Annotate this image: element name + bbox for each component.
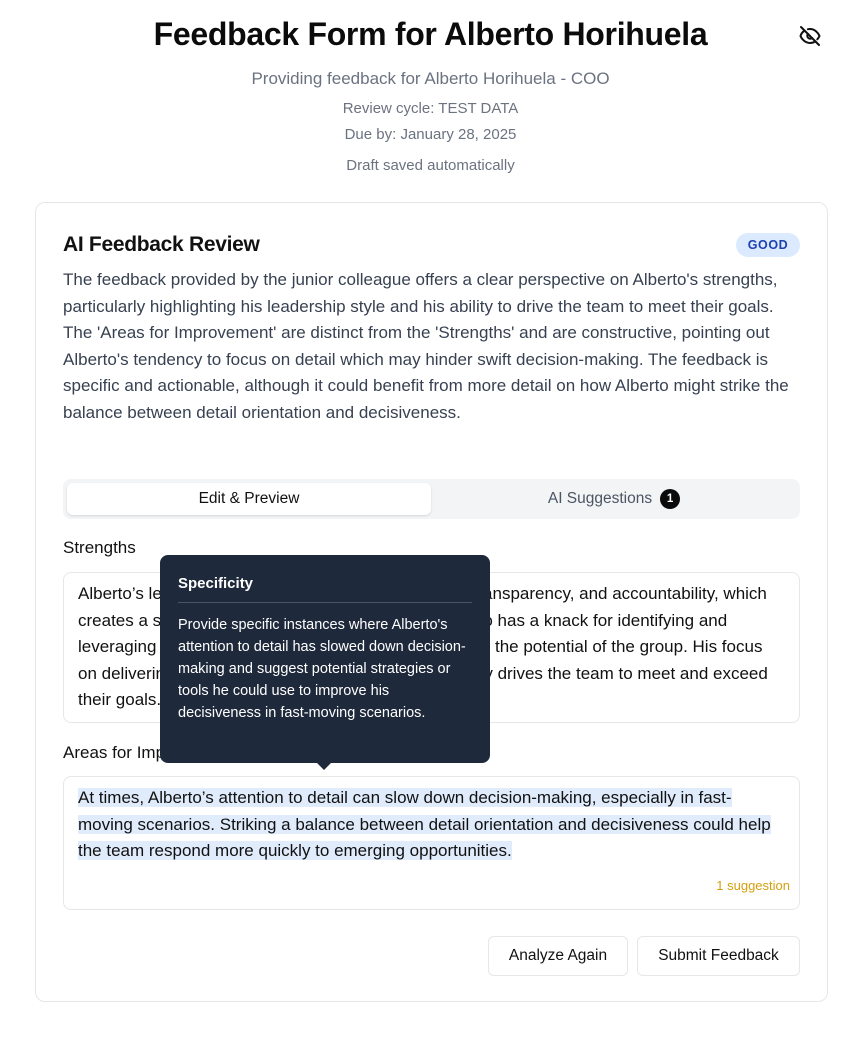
- review-cycle: Review cycle: TEST DATA: [342, 100, 519, 117]
- draft-status: Draft saved automatically: [346, 157, 515, 174]
- strengths-label: Strengths: [63, 538, 136, 557]
- highlighted-suggestion-text[interactable]: At times, Alberto’s attention to detail …: [78, 788, 771, 860]
- page-title: Feedback Form for Alberto Horihuela: [153, 16, 708, 52]
- ai-review-text: The feedback provided by the junior coll…: [63, 270, 789, 422]
- tab-edit-label: Edit & Preview: [198, 490, 300, 507]
- page-subtitle: Providing feedback for Alberto Horihuela…: [251, 69, 610, 88]
- tab-bar: Edit & Preview AI Suggestions 1: [63, 479, 800, 519]
- suggestion-tooltip: Specificity Provide specific instances w…: [160, 555, 490, 770]
- areas-field[interactable]: At times, Alberto’s attention to detail …: [63, 776, 800, 910]
- tooltip-title: Specificity: [178, 575, 254, 592]
- tooltip-arrow: [316, 762, 332, 770]
- suggestion-count-badge: 1: [660, 489, 681, 509]
- due-date: Due by: January 28, 2025: [344, 126, 517, 143]
- suggestion-count-label: 1 suggestion: [716, 877, 790, 893]
- rating-badge: GOOD: [736, 233, 800, 257]
- tooltip-body: Provide specific instances where Alberto…: [178, 617, 466, 721]
- tab-edit-preview[interactable]: Edit & Preview: [67, 483, 431, 515]
- tab-ai-label: AI Suggestions: [547, 490, 653, 507]
- tab-ai-suggestions[interactable]: AI Suggestions 1: [432, 483, 796, 515]
- eye-off-icon[interactable]: [798, 24, 822, 48]
- submit-feedback-button[interactable]: Submit Feedback: [637, 936, 800, 976]
- analyze-again-button[interactable]: Analyze Again: [488, 936, 628, 976]
- tooltip-divider: [178, 602, 472, 603]
- ai-review-title: AI Feedback Review: [63, 233, 260, 256]
